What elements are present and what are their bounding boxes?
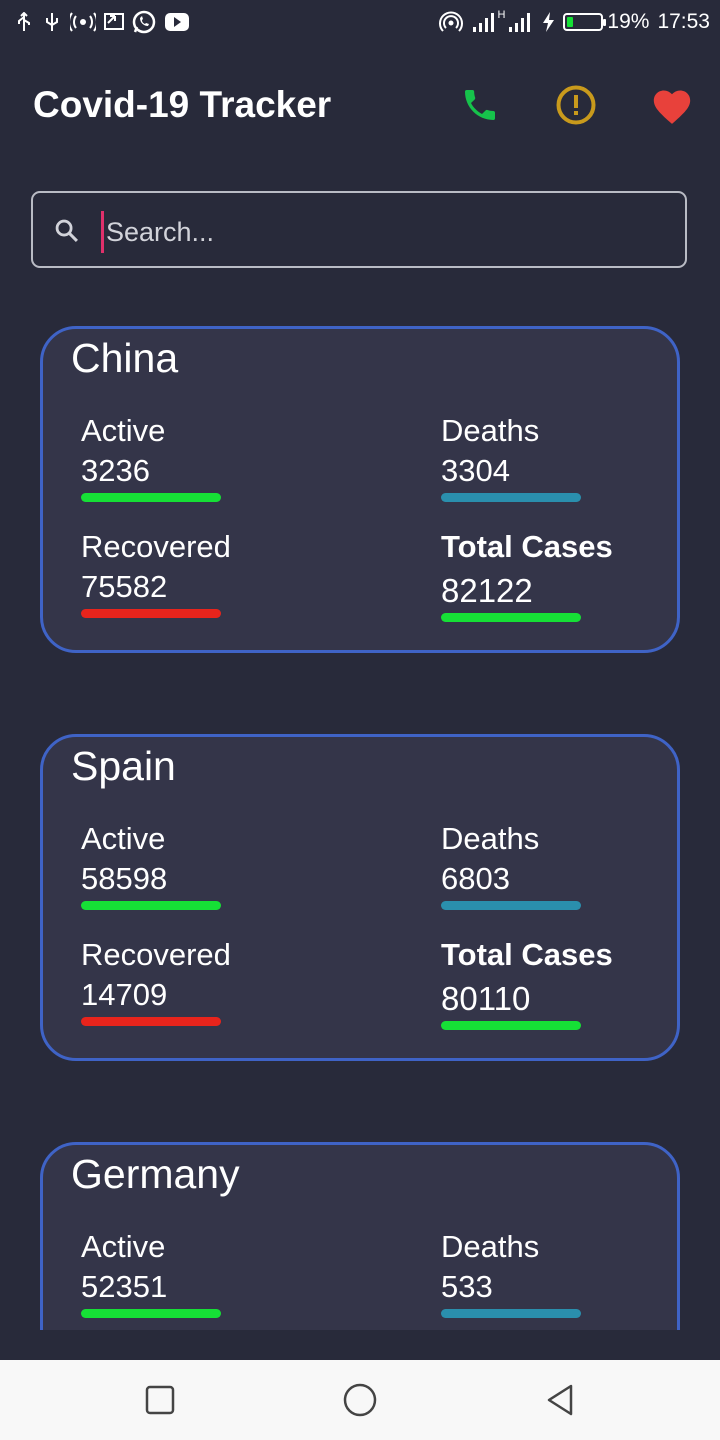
- deaths-label: Deaths: [441, 413, 540, 448]
- deaths-bar: [441, 493, 581, 502]
- system-nav-bar: [0, 1360, 720, 1440]
- recovered-bar: [81, 609, 221, 618]
- recovered-value: 14709: [81, 977, 168, 1012]
- deaths-stat: Deaths 533: [441, 1229, 661, 1318]
- active-stat: Active 3236: [81, 413, 301, 502]
- info-button[interactable]: [551, 80, 601, 130]
- recovered-stat: Recovered 75582: [81, 529, 301, 618]
- active-stat: Active 58598: [81, 821, 301, 910]
- network-type-label: H: [497, 9, 506, 21]
- cast-icon: [104, 12, 124, 32]
- signal-icon: [471, 11, 497, 33]
- country-name: Spain: [71, 743, 176, 789]
- active-value: 3236: [81, 453, 150, 488]
- back-icon: [547, 1384, 573, 1416]
- total-label: Total Cases: [441, 937, 613, 972]
- active-bar: [81, 1309, 221, 1318]
- recovered-stat: Recovered 14709: [81, 937, 301, 1026]
- usb-debug-icon: [42, 12, 62, 32]
- total-value: 82122: [441, 572, 533, 609]
- active-label: Active: [81, 413, 166, 448]
- active-value: 52351: [81, 1269, 168, 1304]
- deaths-label: Deaths: [441, 1229, 540, 1264]
- recovered-value: 75582: [81, 569, 168, 604]
- country-card-china[interactable]: China Active 3236 Deaths 3304 Recovered …: [40, 326, 680, 653]
- country-card-spain[interactable]: Spain Active 58598 Deaths 6803 Recovered…: [40, 734, 680, 1061]
- battery-percent: 19%: [607, 10, 650, 33]
- deaths-label: Deaths: [441, 821, 540, 856]
- deaths-stat: Deaths 3304: [441, 413, 661, 502]
- usb-icon: [14, 11, 34, 32]
- notification-icons: [14, 10, 190, 34]
- signal-icon-2: [507, 11, 533, 33]
- search-icon: [55, 219, 78, 242]
- youtube-icon: [164, 12, 190, 32]
- heart-icon: [653, 90, 691, 124]
- recents-button[interactable]: [140, 1380, 180, 1420]
- app-bar: Covid-19 Tracker: [0, 50, 720, 160]
- total-label: Total Cases: [441, 529, 613, 564]
- deaths-bar: [441, 1309, 581, 1318]
- active-stat: Active 52351: [81, 1229, 301, 1318]
- recovered-label: Recovered: [81, 937, 231, 972]
- deaths-bar: [441, 901, 581, 910]
- recovered-label: Recovered: [81, 529, 231, 564]
- country-card-germany[interactable]: Germany Active 52351 Deaths 533: [40, 1142, 680, 1330]
- call-button[interactable]: [455, 80, 505, 130]
- active-bar: [81, 493, 221, 502]
- hotspot-status-icon: [439, 10, 464, 34]
- active-value: 58598: [81, 861, 168, 896]
- home-button[interactable]: [340, 1380, 380, 1420]
- status-bar: H 19% 17:53: [0, 0, 720, 50]
- page-title: Covid-19 Tracker: [33, 84, 332, 125]
- system-status: H 19% 17:53: [439, 9, 710, 34]
- country-name: China: [71, 335, 179, 381]
- deaths-value: 6803: [441, 861, 510, 896]
- deaths-value: 533: [441, 1269, 493, 1304]
- deaths-stat: Deaths 6803: [441, 821, 661, 910]
- clock: 17:53: [657, 10, 710, 33]
- active-label: Active: [81, 1229, 166, 1264]
- back-button[interactable]: [540, 1380, 580, 1420]
- recovered-bar: [81, 1017, 221, 1026]
- battery-icon: [563, 13, 607, 31]
- alert-icon: [556, 85, 596, 125]
- total-stat: Total Cases 80110: [441, 937, 661, 1030]
- favorite-button[interactable]: [647, 80, 697, 130]
- total-bar: [441, 1021, 581, 1030]
- charging-icon: [541, 11, 555, 33]
- country-name: Germany: [71, 1151, 240, 1197]
- active-bar: [81, 901, 221, 910]
- search-input[interactable]: [101, 211, 668, 253]
- recents-icon: [145, 1385, 175, 1415]
- phone-icon: [465, 90, 495, 120]
- deaths-value: 3304: [441, 453, 510, 488]
- hotspot-icon: [68, 12, 98, 32]
- active-label: Active: [81, 821, 166, 856]
- country-list[interactable]: China Active 3236 Deaths 3304 Recovered …: [0, 300, 720, 1330]
- whatsapp-icon: [132, 10, 156, 34]
- search-box[interactable]: [31, 191, 687, 268]
- home-icon: [343, 1383, 377, 1417]
- total-value: 80110: [441, 980, 531, 1017]
- total-stat: Total Cases 82122: [441, 529, 661, 622]
- total-bar: [441, 613, 581, 622]
